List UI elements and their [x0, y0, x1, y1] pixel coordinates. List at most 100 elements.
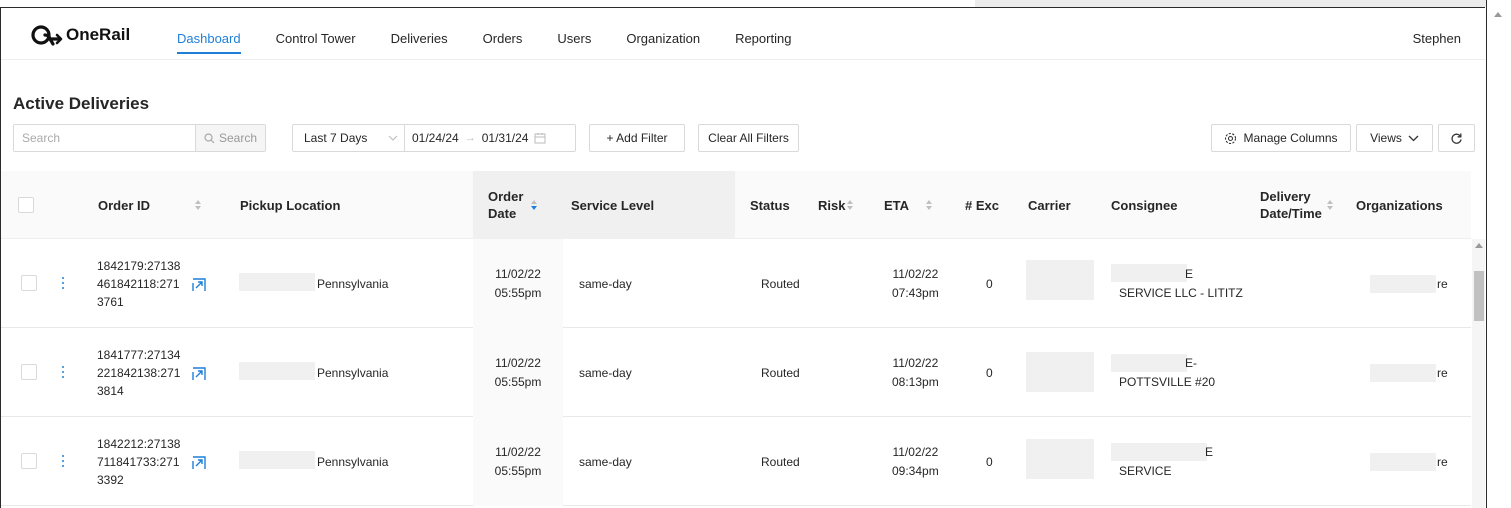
sort-icon[interactable] — [847, 199, 854, 211]
chevron-down-icon — [1408, 135, 1419, 142]
cell-service: same-day — [579, 454, 632, 469]
cell-service: same-day — [579, 365, 632, 380]
manage-columns-label: Manage Columns — [1243, 131, 1338, 145]
top-nav: OneRail Dashboard Control Tower Deliveri… — [1, 8, 1485, 60]
cell-pickup: Pennsylvania — [317, 365, 389, 380]
views-label: Views — [1370, 131, 1402, 145]
cell-organizations: re — [1437, 365, 1448, 380]
select-all-checkbox[interactable] — [18, 197, 34, 213]
nav-links: Dashboard Control Tower Deliveries Order… — [177, 31, 826, 55]
nav-users[interactable]: Users — [557, 31, 591, 55]
views-dropdown[interactable]: Views — [1356, 124, 1433, 152]
cell-status: Routed — [761, 276, 800, 291]
cell-order-id: 1842212:27138711841733:2713392 — [97, 417, 181, 506]
col-order-date-label: Order Date — [488, 189, 524, 221]
col-risk-label: Risk — [818, 197, 846, 213]
arrow-right-icon: → — [464, 132, 476, 144]
col-order-id[interactable]: Order ID — [98, 171, 218, 239]
sort-icon[interactable] — [195, 199, 202, 211]
sort-icon[interactable] — [926, 199, 933, 211]
col-delivery-datetime-label: Delivery Date/Time — [1260, 189, 1322, 221]
cell-pickup: Pennsylvania — [317, 276, 389, 291]
date-preset-value: Last 7 Days — [304, 131, 368, 145]
cell-exceptions: 0 — [986, 276, 993, 291]
cell-order-id: 1842179:27138461842118:2713761 — [97, 239, 181, 328]
search-input[interactable] — [14, 125, 195, 151]
nav-organization[interactable]: Organization — [626, 31, 700, 55]
nav-reporting[interactable]: Reporting — [735, 31, 791, 55]
col-carrier: Carrier — [1028, 197, 1071, 213]
cell-eta: 11/02/22 07:43pm — [892, 266, 939, 300]
window-scrollbar[interactable] — [1486, 0, 1511, 508]
col-consignee: Consignee — [1111, 197, 1178, 213]
row-actions-icon[interactable] — [61, 277, 65, 291]
cell-consignee: E SERVICE LLC - LITITZ — [1119, 266, 1243, 300]
table-scrollbar[interactable] — [1472, 239, 1485, 508]
nav-deliveries[interactable]: Deliveries — [391, 31, 448, 55]
filter-toolbar: Search Last 7 Days 01/24/24 → 01/31/24 +… — [13, 124, 1475, 154]
cell-service: same-day — [579, 276, 632, 291]
col-eta[interactable]: ETA — [884, 171, 933, 239]
calendar-icon[interactable] — [534, 132, 546, 144]
date-from[interactable]: 01/24/24 — [412, 131, 459, 145]
col-delivery-datetime[interactable]: Delivery Date/Time — [1260, 171, 1334, 239]
cell-pickup: Pennsylvania — [317, 454, 389, 469]
refresh-button[interactable] — [1438, 124, 1475, 152]
search-button-label: Search — [218, 131, 258, 145]
cell-exceptions: 0 — [986, 454, 993, 469]
redacted-block — [1026, 352, 1094, 392]
date-range-picker: Last 7 Days 01/24/24 → 01/31/24 — [292, 124, 576, 152]
gear-icon — [1225, 132, 1237, 144]
cell-organizations: re — [1437, 454, 1448, 469]
col-order-id-label: Order ID — [98, 197, 151, 213]
sort-desc-icon[interactable] — [531, 199, 538, 211]
search-box: Search — [13, 124, 266, 152]
external-link-icon[interactable] — [192, 367, 206, 381]
row-checkbox[interactable] — [21, 453, 37, 469]
nav-orders[interactable]: Orders — [483, 31, 523, 55]
date-preset-select[interactable]: Last 7 Days — [293, 125, 405, 151]
manage-columns-button[interactable]: Manage Columns — [1211, 124, 1351, 152]
row-checkbox[interactable] — [21, 364, 37, 380]
external-link-icon[interactable] — [192, 456, 206, 470]
cell-status: Routed — [761, 365, 800, 380]
redacted-block — [1370, 364, 1436, 382]
redacted-block — [239, 362, 315, 380]
row-actions-icon[interactable] — [61, 366, 65, 380]
external-link-icon[interactable] — [192, 278, 206, 292]
cell-exceptions: 0 — [986, 365, 993, 380]
user-menu[interactable]: Stephen — [1413, 31, 1461, 46]
brand-name: OneRail — [66, 25, 131, 44]
scrollbar-thumb[interactable] — [1474, 271, 1484, 321]
row-checkbox[interactable] — [21, 275, 37, 291]
col-eta-label: ETA — [884, 197, 910, 213]
col-risk[interactable]: Risk — [818, 171, 854, 239]
brand-logo[interactable]: OneRail — [31, 22, 130, 48]
table-row[interactable]: 1842212:27138711841733:2713392 Pennsylva… — [1, 417, 1471, 506]
onerail-logo-icon — [31, 25, 63, 46]
chevron-down-icon — [388, 135, 398, 141]
sort-icon[interactable] — [1326, 199, 1334, 211]
nav-control-tower[interactable]: Control Tower — [276, 31, 356, 55]
cell-eta: 11/02/22 08:13pm — [892, 355, 939, 389]
nav-dashboard[interactable]: Dashboard — [177, 31, 241, 55]
cell-eta: 11/02/22 09:34pm — [892, 444, 939, 478]
table-row[interactable]: 1841777:27134221842138:2713814 Pennsylva… — [1, 328, 1471, 417]
cell-status: Routed — [761, 454, 800, 469]
cell-order-date: 11/02/22 05:55pm — [473, 239, 563, 328]
refresh-icon — [1451, 133, 1462, 144]
cell-consignee: E SERVICE — [1119, 444, 1214, 478]
redacted-block — [239, 273, 315, 291]
cell-order-id: 1841777:27134221842138:2713814 — [97, 328, 181, 417]
row-actions-icon[interactable] — [61, 455, 65, 469]
order-ids: 1842212:27138711841733:2713392 — [97, 436, 181, 487]
app-frame: OneRail Dashboard Control Tower Deliveri… — [0, 7, 1485, 508]
col-service-level: Service Level — [571, 197, 655, 213]
redacted-block — [1026, 439, 1094, 479]
search-button[interactable]: Search — [195, 125, 265, 151]
add-filter-button[interactable]: + Add Filter — [589, 124, 685, 152]
redacted-block — [1370, 275, 1436, 293]
clear-filters-button[interactable]: Clear All Filters — [698, 124, 799, 152]
date-to[interactable]: 01/31/24 — [482, 131, 529, 145]
table-row[interactable]: 1842179:27138461842118:2713761 Pennsylva… — [1, 239, 1471, 328]
